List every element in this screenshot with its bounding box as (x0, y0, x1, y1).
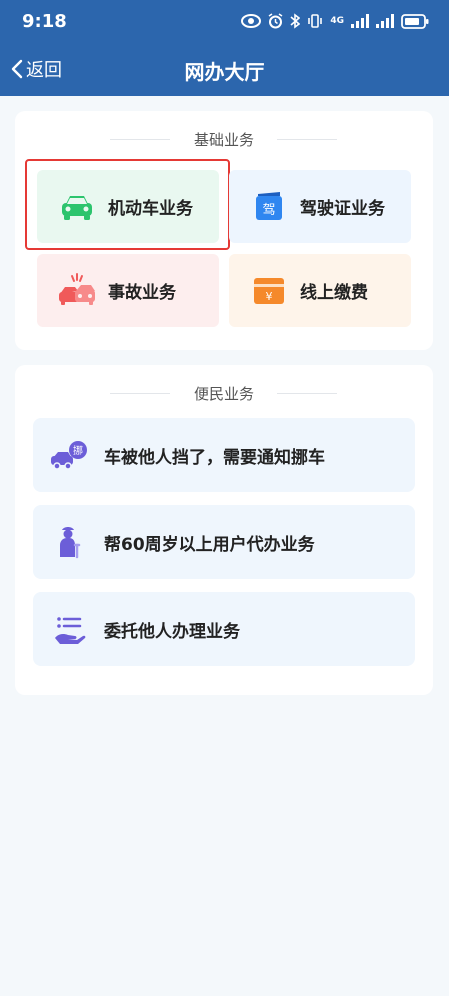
eye-icon (241, 14, 262, 28)
elderly-icon (60, 527, 81, 559)
signal-icon-2 (376, 14, 394, 28)
accident-icon (59, 272, 95, 305)
payment-icon: ¥ (254, 277, 284, 304)
page-title: 网办大厅 (184, 60, 265, 84)
alarm-icon (268, 13, 283, 29)
tile-label: 线上缴费 (300, 283, 368, 303)
tile-accident-business[interactable]: 事故业务 (37, 254, 219, 327)
svg-text:驾: 驾 (262, 203, 275, 218)
svg-text:挪: 挪 (73, 444, 83, 457)
delegate-icon (55, 617, 86, 644)
row-label: 帮60周岁以上用户代办业务 (104, 534, 315, 555)
row-label: 委托他人办理业务 (104, 621, 240, 642)
app-header: 9:18 4G 返回 网办大厅 (0, 0, 449, 96)
vibrate-icon (308, 14, 323, 28)
section-title-convenience: 便民业务 (193, 385, 254, 403)
bluetooth-icon (290, 13, 301, 29)
tile-label: 事故业务 (108, 283, 176, 303)
nav-bar: 返回 网办大厅 (0, 44, 449, 96)
divider (277, 139, 337, 140)
section-title-basic: 基础业务 (193, 131, 254, 149)
row-delegate-business[interactable]: 委托他人办理业务 (33, 592, 415, 666)
signal-icon (351, 14, 369, 28)
row-elderly-agent[interactable]: 帮60周岁以上用户代办业务 (33, 505, 415, 579)
row-notify-move-car[interactable]: 挪 车被他人挡了，需要通知挪车 (33, 418, 415, 492)
status-time: 9:18 (22, 11, 67, 32)
basic-services-card: 基础业务 机动车业务 驾 驾驶证业务 事故业务 ¥ 线上缴费 (15, 111, 433, 350)
selection-highlight (25, 159, 230, 250)
divider (277, 393, 337, 394)
status-bar: 9:18 4G (0, 0, 449, 44)
convenience-services-card: 便民业务 挪 车被他人挡了，需要通知挪车 帮60周岁以上用户代办业务 委托他人办… (15, 365, 433, 695)
tile-label: 驾驶证业务 (300, 199, 385, 219)
row-label: 车被他人挡了，需要通知挪车 (104, 447, 325, 468)
svg-text:¥: ¥ (266, 290, 273, 303)
network-type: 4G (330, 16, 344, 26)
license-icon: 驾 (256, 191, 282, 220)
move-car-icon: 挪 (51, 441, 87, 470)
tile-online-payment[interactable]: ¥ 线上缴费 (229, 254, 411, 327)
tile-license-business[interactable]: 驾 驾驶证业务 (229, 170, 411, 243)
battery-icon (401, 13, 429, 29)
status-icons: 4G (241, 12, 429, 30)
